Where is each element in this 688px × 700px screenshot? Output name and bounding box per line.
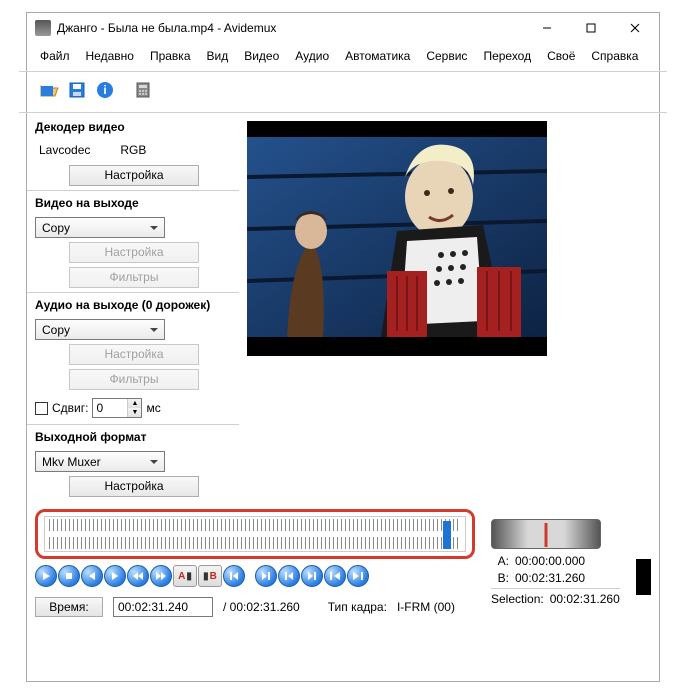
- jog-wheel[interactable]: [491, 519, 601, 549]
- close-button[interactable]: [613, 14, 657, 42]
- transport-bar: A▮ ▮B: [35, 565, 475, 587]
- video-configure-button: Настройка: [69, 242, 199, 263]
- titlebar[interactable]: Джанго - Была не была.mp4 - Avidemux: [27, 13, 659, 43]
- marker-b-value: 00:02:31.260: [515, 571, 585, 585]
- minimize-button[interactable]: [525, 14, 569, 42]
- output-format-title: Выходной формат: [35, 427, 231, 447]
- spin-down-icon[interactable]: ▼: [128, 408, 141, 417]
- shift-checkbox[interactable]: [35, 402, 48, 415]
- prev-frame-button[interactable]: [81, 565, 103, 587]
- divider: [27, 190, 239, 191]
- ticks: [49, 519, 461, 531]
- menu-service[interactable]: Сервис: [419, 45, 474, 67]
- menu-audio[interactable]: Аудио: [288, 45, 336, 67]
- video-preview: [247, 121, 547, 356]
- next-black-button[interactable]: [301, 565, 323, 587]
- toolbar: i: [27, 74, 659, 110]
- selection-value: 00:02:31.260: [550, 592, 620, 606]
- shift-spinner[interactable]: ▲▼: [92, 398, 142, 418]
- open-icon[interactable]: [37, 78, 61, 102]
- window-title: Джанго - Была не была.mp4 - Avidemux: [57, 21, 525, 35]
- muxer-configure-button[interactable]: Настройка: [69, 476, 199, 497]
- info-icon[interactable]: i: [93, 78, 117, 102]
- audio-configure-button: Настройка: [69, 344, 199, 365]
- app-icon: [35, 20, 51, 36]
- audio-codec-select[interactable]: Copy: [35, 319, 165, 340]
- divider: [27, 292, 239, 293]
- menubar: Файл Недавно Правка Вид Видео Аудио Авто…: [27, 43, 659, 69]
- menu-help[interactable]: Справка: [584, 45, 645, 67]
- menu-recent[interactable]: Недавно: [79, 45, 141, 67]
- menu-file[interactable]: Файл: [33, 45, 77, 67]
- prev-cut-button[interactable]: [223, 565, 245, 587]
- frame-type-label: Тип кадра:: [328, 600, 387, 614]
- divider: [19, 71, 667, 72]
- selection-label: Selection:: [491, 592, 544, 606]
- shift-input[interactable]: [93, 399, 127, 417]
- set-marker-b-button[interactable]: ▮B: [198, 565, 222, 587]
- audio-filters-button: Фильтры: [69, 369, 199, 390]
- menu-view[interactable]: Вид: [200, 45, 236, 67]
- shift-label: Сдвиг:: [52, 401, 88, 415]
- app-window: Джанго - Была не была.mp4 - Avidemux Фай…: [26, 12, 660, 682]
- decoder-title: Декодер видео: [35, 117, 231, 137]
- frame-type-value: I-FRM (00): [397, 600, 455, 614]
- maximize-button[interactable]: [569, 14, 613, 42]
- play-button[interactable]: [35, 565, 57, 587]
- current-time-field[interactable]: 00:02:31.240: [113, 597, 213, 617]
- decoder-codec: Lavcodec: [39, 143, 90, 157]
- save-icon[interactable]: [65, 78, 89, 102]
- calculator-icon[interactable]: [131, 78, 155, 102]
- divider: [27, 424, 239, 425]
- go-end-button[interactable]: [347, 565, 369, 587]
- video-codec-select[interactable]: Copy: [35, 217, 165, 238]
- video-out-title: Видео на выходе: [35, 193, 231, 213]
- menu-video[interactable]: Видео: [237, 45, 286, 67]
- preview-thumbnail: [636, 559, 651, 595]
- next-keyframe-button[interactable]: [150, 565, 172, 587]
- audio-out-title: Аудио на выходе (0 дорожек): [35, 295, 231, 315]
- set-marker-a-button[interactable]: A▮: [173, 565, 197, 587]
- spin-up-icon[interactable]: ▲: [128, 399, 141, 408]
- timeline-slider[interactable]: [44, 516, 466, 552]
- video-filters-button: Фильтры: [69, 267, 199, 288]
- stop-button[interactable]: [58, 565, 80, 587]
- shift-unit: мс: [146, 401, 160, 415]
- time-button[interactable]: Время:: [35, 597, 103, 617]
- marker-a-label: A:: [491, 554, 509, 568]
- decoder-format: RGB: [120, 143, 146, 157]
- timeline-thumb[interactable]: [443, 521, 451, 549]
- menu-goto[interactable]: Переход: [476, 45, 538, 67]
- prev-keyframe-button[interactable]: [127, 565, 149, 587]
- muxer-select[interactable]: Mkv Muxer: [35, 451, 165, 472]
- divider: [19, 112, 667, 113]
- svg-text:i: i: [103, 83, 106, 97]
- decoder-configure-button[interactable]: Настройка: [69, 165, 199, 186]
- menu-edit[interactable]: Правка: [143, 45, 198, 67]
- menu-own[interactable]: Своё: [540, 45, 582, 67]
- content: Декодер видео Lavcodec RGB Настройка Вид…: [27, 115, 659, 681]
- timeline-highlight: [35, 509, 475, 559]
- go-start-button[interactable]: [324, 565, 346, 587]
- total-time-label: / 00:02:31.260: [223, 600, 300, 614]
- prev-black-button[interactable]: [278, 565, 300, 587]
- marker-b-label: B:: [491, 571, 509, 585]
- next-frame-button[interactable]: [104, 565, 126, 587]
- menu-auto[interactable]: Автоматика: [338, 45, 417, 67]
- ticks: [49, 537, 461, 549]
- next-cut-button[interactable]: [255, 565, 277, 587]
- marker-a-value: 00:00:00.000: [515, 554, 585, 568]
